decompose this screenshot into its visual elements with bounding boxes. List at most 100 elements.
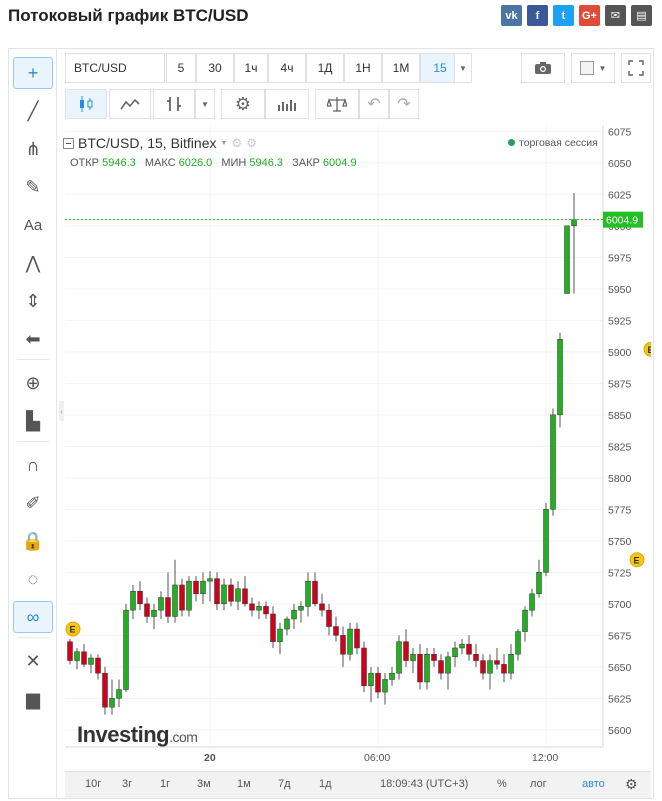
vk-icon[interactable]: vk <box>501 5 522 26</box>
google-plus-icon[interactable]: G+ <box>579 5 600 26</box>
chevron-down-icon[interactable]: ▼ <box>221 140 228 147</box>
settings-button[interactable]: ⚙ <box>221 89 265 119</box>
candle-body <box>151 609 157 617</box>
pattern-tool[interactable]: ⋀ <box>13 247 53 279</box>
clock-readout: 18:09:43 (UTC+3) <box>380 778 469 790</box>
range-button-3[interactable]: 1г <box>160 778 170 790</box>
scale-button[interactable] <box>315 89 359 119</box>
trash-icon: ▆ <box>26 688 40 709</box>
investing-watermark: Investing.com <box>77 722 198 748</box>
lock-tool[interactable]: 🔒 <box>13 525 53 557</box>
fullscreen-button[interactable] <box>621 53 651 83</box>
symbol-input[interactable]: BTC/USD <box>65 53 165 83</box>
candle-body <box>550 414 556 510</box>
drawings-icon: ✐ <box>25 492 41 513</box>
measure-icon: ⇕ <box>25 290 41 311</box>
hide-tool[interactable]: ◌ <box>13 563 53 595</box>
chart-settings-icon[interactable]: ⚙ <box>625 776 638 793</box>
candle-body <box>326 609 332 627</box>
range-button-6[interactable]: 7д <box>278 778 291 790</box>
legend-settings-icon[interactable]: ⚙ <box>231 136 242 150</box>
link-tool[interactable]: ∞ <box>13 601 53 633</box>
compare-dropdown-button[interactable]: ▼ <box>195 89 215 119</box>
trend-line-tool[interactable]: ╱ <box>13 95 53 127</box>
price-chart[interactable]: 5600 5625 5650 5675 5700 5725 5750 5775 5800 5825… <box>65 125 659 771</box>
candle-body <box>277 628 283 642</box>
text-tool-tool[interactable]: Aa <box>13 209 53 241</box>
range-button-5[interactable]: 1м <box>237 778 251 790</box>
candle-body <box>172 584 178 617</box>
pattern-icon: ⋀ <box>25 252 41 273</box>
candle-body <box>88 657 94 665</box>
interval-button-2[interactable]: 30 <box>196 53 234 83</box>
print-icon[interactable]: ▤ <box>631 5 652 26</box>
range-bar: 18:09:43 (UTC+3) % лог авто ⚙ 10г 3г 1г 3м 1… <box>65 771 651 798</box>
toolbar-separator <box>17 637 49 638</box>
interval-button-4[interactable]: 4ч <box>268 53 306 83</box>
range-button-2[interactable]: 3г <box>122 778 132 790</box>
scale-icon <box>327 97 347 112</box>
drawing-toolbar: + ╱ ⋔ ✎ Aa ⋀ ⇕ ⬅ ⊕ ▙ ∩ ✐ 🔒 ◌ ∞ ✕ ▆ <box>9 49 57 798</box>
brush-tool[interactable]: ✎ <box>13 171 53 203</box>
log-toggle[interactable]: лог <box>530 778 547 790</box>
drawings-tool[interactable]: ✐ <box>13 487 53 519</box>
undo-button[interactable]: ↶ <box>359 89 389 119</box>
crosshair-icon: + <box>27 62 39 83</box>
candle-style-button[interactable] <box>65 89 107 119</box>
y-tick-label: 6050 <box>608 158 632 170</box>
percent-toggle[interactable]: % <box>497 778 507 790</box>
twitter-icon[interactable]: t <box>553 5 574 26</box>
color-picker-button[interactable]: ▼ <box>571 53 615 83</box>
collapse-legend-icon[interactable] <box>63 137 74 149</box>
facebook-icon[interactable]: f <box>527 5 548 26</box>
candle-body <box>270 613 276 642</box>
y-tick-label: 6025 <box>608 189 632 201</box>
candle-body <box>74 651 80 661</box>
interval-button-3[interactable]: 1ч <box>234 53 268 83</box>
tools-tool[interactable]: ✕ <box>13 645 53 677</box>
candle-body <box>508 654 514 674</box>
crosshair-tool[interactable]: + <box>13 57 53 89</box>
interval-button-6[interactable]: 1Н <box>344 53 382 83</box>
magnet-icon: ∩ <box>26 454 40 475</box>
redo-button[interactable]: ↷ <box>389 89 419 119</box>
interval-dropdown-button[interactable]: ▼ <box>454 53 472 83</box>
close-label: ЗАКР <box>292 157 320 169</box>
text-tool-icon: Aa <box>23 216 43 234</box>
candle-body <box>452 647 458 658</box>
candle-body <box>396 641 402 674</box>
range-button-1[interactable]: 10г <box>85 778 101 790</box>
candle-body <box>298 606 304 611</box>
magnet-tool[interactable]: ∩ <box>13 449 53 481</box>
interval-button-5[interactable]: 1Д <box>306 53 344 83</box>
toolbar-separator <box>17 359 49 360</box>
pitchfork-tool[interactable]: ⋔ <box>13 133 53 165</box>
email-icon[interactable]: ✉ <box>605 5 626 26</box>
snapshot-button[interactable] <box>521 53 565 83</box>
watermark-suffix: .com <box>169 729 198 745</box>
chart-pane[interactable]: 5600 5625 5650 5675 5700 5725 5750 5775 5800 5825… <box>65 125 659 797</box>
interval-button-7[interactable]: 1М <box>382 53 420 83</box>
interval-button-1[interactable]: 5 <box>166 53 196 83</box>
indicator-button[interactable] <box>109 89 151 119</box>
zoom-tool[interactable]: ⊕ <box>13 367 53 399</box>
fullscreen-icon <box>628 60 644 76</box>
ruler-icon: ▙ <box>26 410 40 431</box>
measure-tool[interactable]: ⇕ <box>13 285 53 317</box>
ruler-tool[interactable]: ▙ <box>13 405 53 437</box>
compare-button[interactable] <box>153 89 195 119</box>
auto-scale-toggle[interactable]: авто <box>582 778 605 790</box>
legend-remove-icon[interactable]: ⚙ <box>246 136 257 150</box>
trash-tool[interactable]: ▆ <box>13 683 53 715</box>
y-tick-label: 5900 <box>608 347 632 359</box>
candle-body <box>193 580 199 595</box>
range-button-7[interactable]: 1д <box>319 778 332 790</box>
candle-body <box>319 603 325 611</box>
range-button-4[interactable]: 3м <box>197 778 211 790</box>
candle-body <box>130 591 136 611</box>
candle-body <box>480 660 486 674</box>
arrow-back-tool[interactable]: ⬅ <box>13 323 53 355</box>
y-tick-label: 5875 <box>608 378 632 390</box>
studies-button[interactable] <box>265 89 309 119</box>
toolbar-collapse-handle[interactable]: ‹ <box>59 401 64 421</box>
